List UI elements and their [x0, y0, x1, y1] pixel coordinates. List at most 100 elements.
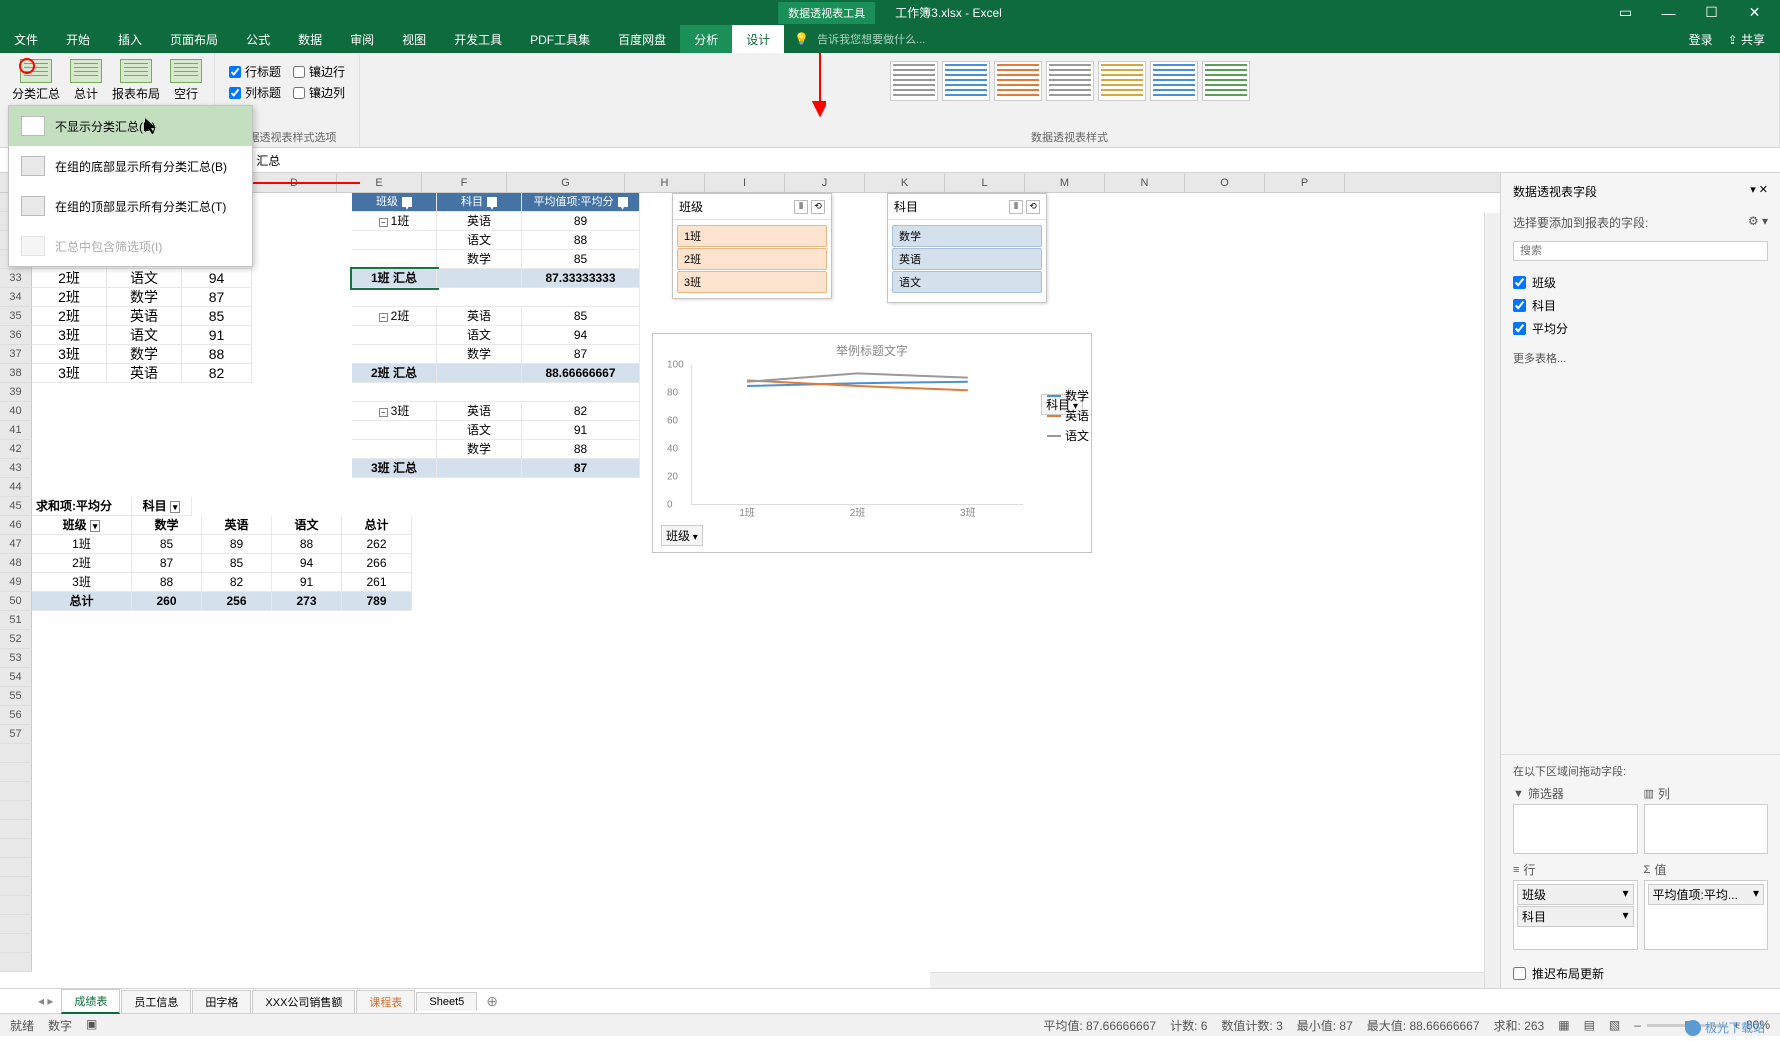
row-header[interactable]: 53 [0, 649, 32, 668]
pivot-cell[interactable]: 数学 [437, 345, 522, 364]
crosstab-subject[interactable]: 科目 ▾ [132, 497, 192, 516]
data-cell[interactable]: 英语 [107, 364, 182, 383]
data-cell[interactable]: 94 [182, 269, 252, 288]
pivot-subtotal[interactable]: 3班 汇总 [352, 459, 437, 478]
sheet-tab[interactable]: 课程表 [356, 990, 415, 1013]
col-header[interactable]: H [625, 173, 705, 192]
row-header[interactable]: 33 [0, 269, 32, 288]
sheet-nav-icon[interactable]: ◂ ▸ [30, 994, 61, 1008]
data-cell[interactable]: 82 [182, 364, 252, 383]
pivot-cell[interactable]: 数学 [437, 440, 522, 459]
pivot-subtotal[interactable] [437, 269, 522, 288]
crosstab-header[interactable]: 语文 [272, 516, 342, 535]
field-class[interactable]: 班级 [1513, 271, 1768, 294]
row-header[interactable]: 56 [0, 706, 32, 725]
pivot-cell[interactable]: −2班 [352, 307, 437, 326]
tab-baidu[interactable]: 百度网盘 [604, 25, 680, 53]
slicer-item[interactable]: 2班 [677, 248, 827, 270]
data-cell[interactable]: 91 [182, 326, 252, 345]
row-header[interactable]: 55 [0, 687, 32, 706]
field-search-input[interactable] [1513, 241, 1768, 261]
pivot-subtotal[interactable]: 87 [522, 459, 640, 478]
pivot-cell[interactable]: 语文 [437, 326, 522, 345]
crosstab-cell[interactable]: 94 [272, 554, 342, 573]
row-header[interactable]: 41 [0, 421, 32, 440]
tab-review[interactable]: 审阅 [336, 25, 388, 53]
sheet-tab[interactable]: XXX公司销售额 [252, 990, 355, 1013]
crosstab-header[interactable]: 英语 [202, 516, 272, 535]
pivot-cell[interactable]: 91 [522, 421, 640, 440]
pivot-cell[interactable] [352, 326, 437, 345]
crosstab-header[interactable]: 总计 [342, 516, 412, 535]
row-headers-check[interactable]: 行标题 [229, 63, 281, 80]
pivot-cell[interactable]: 87 [522, 345, 640, 364]
pivot-cell[interactable] [352, 421, 437, 440]
row-header[interactable]: 36 [0, 326, 32, 345]
crosstab-total[interactable]: 273 [272, 592, 342, 611]
row-header[interactable]: 46 [0, 516, 32, 535]
add-sheet-icon[interactable]: ⊕ [478, 990, 506, 1013]
crosstab-cell[interactable]: 88 [272, 535, 342, 554]
pane-close-icon[interactable]: ▾ ✕ [1750, 183, 1768, 200]
col-header[interactable]: F [422, 173, 507, 192]
row-header[interactable]: 51 [0, 611, 32, 630]
pivot-cell[interactable]: 语文 [437, 231, 522, 250]
tell-me-input[interactable]: 告诉我您想要做什么... [809, 31, 925, 47]
pivot-cell[interactable]: −3班 [352, 402, 437, 421]
close-icon[interactable]: ✕ [1737, 0, 1772, 25]
pivot-subtotal[interactable]: 1班 汇总 [352, 269, 437, 288]
share-button[interactable]: ⇪ 共享 [1728, 31, 1765, 48]
ribbon-options-icon[interactable]: ▭ [1608, 0, 1643, 25]
row-header[interactable]: 47 [0, 535, 32, 554]
crosstab-header[interactable]: 班级 ▾ [32, 516, 132, 535]
area-chip[interactable]: 班级▾ [1517, 884, 1634, 905]
multiselect-icon[interactable]: ⫴ [1009, 200, 1023, 214]
pivot-subtotal[interactable]: 87.33333333 [522, 269, 640, 288]
style-thumb[interactable] [1098, 61, 1146, 101]
slicer-item[interactable]: 1班 [677, 225, 827, 247]
view-layout-icon[interactable]: ▤ [1584, 1018, 1595, 1032]
area-chip[interactable]: 科目▾ [1517, 906, 1634, 927]
row-header[interactable]: 54 [0, 668, 32, 687]
pivot-cell[interactable]: 88 [522, 231, 640, 250]
col-header[interactable]: I [705, 173, 785, 192]
values-area[interactable]: Σ 值 平均值项:平均...▾ [1644, 861, 1769, 951]
sheet-tab[interactable]: 成绩表 [61, 989, 120, 1014]
field-score[interactable]: 平均分 [1513, 317, 1768, 340]
data-cell[interactable]: 85 [182, 307, 252, 326]
pivot-cell[interactable]: 英语 [437, 307, 522, 326]
style-thumb[interactable] [890, 61, 938, 101]
row-header[interactable]: 45 [0, 497, 32, 516]
tab-data[interactable]: 数据 [284, 25, 336, 53]
data-cell[interactable]: 语文 [107, 269, 182, 288]
tab-home[interactable]: 开始 [52, 25, 104, 53]
filter-area[interactable]: ▼ 筛选器 [1513, 785, 1638, 855]
crosstab-cell[interactable]: 87 [132, 554, 202, 573]
crosstab-total[interactable]: 256 [202, 592, 272, 611]
col-header[interactable]: O [1185, 173, 1265, 192]
col-headers-check[interactable]: 列标题 [229, 84, 281, 101]
view-pagebreak-icon[interactable]: ▧ [1609, 1018, 1620, 1032]
minimize-icon[interactable]: — [1651, 0, 1686, 25]
crosstab-cell[interactable]: 82 [202, 573, 272, 592]
row-header[interactable]: 37 [0, 345, 32, 364]
pivot-subtotal[interactable]: 88.66666667 [522, 364, 640, 383]
tab-pdf[interactable]: PDF工具集 [516, 25, 604, 53]
worksheet[interactable]: D E F G H I J K L M N O P 29303132333435… [0, 173, 1500, 988]
row-header[interactable]: 44 [0, 478, 32, 497]
crosstab-total[interactable]: 260 [132, 592, 202, 611]
pivot-cell[interactable]: 82 [522, 402, 640, 421]
area-chip[interactable]: 平均值项:平均...▾ [1648, 884, 1765, 905]
pivot-cell[interactable]: 数学 [437, 250, 522, 269]
pivot-cell[interactable]: 85 [522, 250, 640, 269]
crosstab-cell[interactable]: 85 [202, 554, 272, 573]
pivot-cell[interactable]: 89 [522, 212, 640, 231]
col-header[interactable]: J [785, 173, 865, 192]
crosstab-total[interactable]: 总计 [32, 592, 132, 611]
tab-file[interactable]: 文件 [0, 25, 52, 53]
field-subject[interactable]: 科目 [1513, 294, 1768, 317]
tab-view[interactable]: 视图 [388, 25, 440, 53]
tab-developer[interactable]: 开发工具 [440, 25, 516, 53]
clear-filter-icon[interactable]: ⟲ [1026, 200, 1040, 214]
style-thumb[interactable] [994, 61, 1042, 101]
